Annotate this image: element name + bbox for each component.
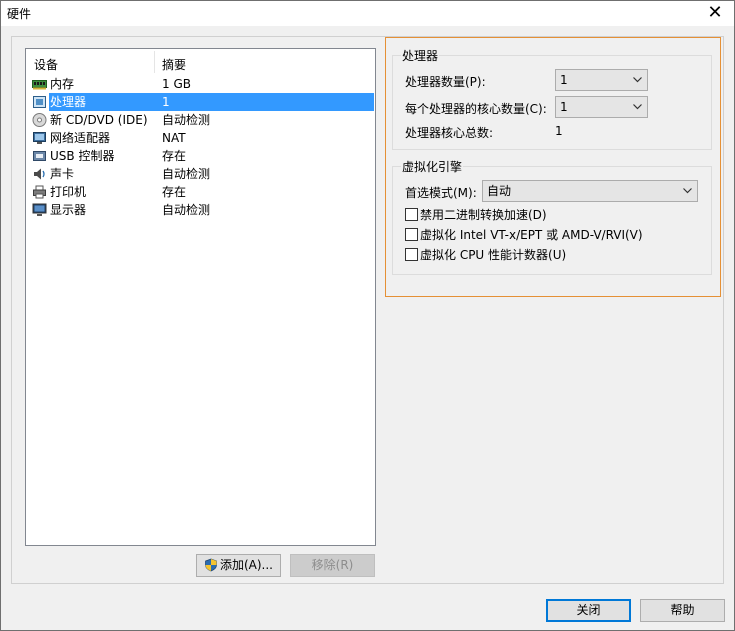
device-row-printer[interactable]: 打印机 存在 [30,183,374,201]
device-row-usb-controller[interactable]: USB 控制器 存在 [30,147,374,165]
device-list[interactable]: 设备 摘要 内存 1 GB 处理器 1 新 CD/DVD (IDE) 自动检测 … [25,48,376,546]
cores-per-processor-value: 1 [560,100,568,114]
cores-per-processor-select[interactable]: 1 [555,96,648,118]
device-row-cd-dvd[interactable]: 新 CD/DVD (IDE) 自动检测 [30,111,374,129]
preferred-mode-select[interactable]: 自动 [482,180,698,202]
device-list-header: 设备 摘要 [26,49,375,75]
device-summary: 1 GB [162,77,191,91]
device-summary: 自动检测 [162,113,211,127]
close-window-button[interactable]: ✕ [704,3,726,23]
processor-count-label: 处理器数量(P): [405,75,486,89]
close-button-label: 关闭 [576,603,601,617]
add-device-label: 添加(A)... [219,558,274,572]
remove-device-button[interactable]: 移除(R) [290,554,375,577]
device-name: 显示器 [50,203,87,217]
virtualize-vtx-label: 虚拟化 Intel VT-x/EPT 或 AMD-V/RVI(V) [420,228,643,242]
total-cores-label: 处理器核心总数: [405,126,494,140]
cd-dvd-icon [32,113,47,127]
disable-binary-translation-checkbox[interactable] [405,208,418,221]
device-name: USB 控制器 [50,149,115,163]
column-header-summary[interactable]: 摘要 [162,56,186,73]
sound-card-icon [34,168,45,180]
device-name: 内存 [50,77,75,91]
device-row-display[interactable]: 显示器 自动检测 [30,201,374,219]
device-name: 新 CD/DVD (IDE) [50,113,148,127]
column-header-device[interactable]: 设备 [34,56,58,73]
device-summary: 存在 [162,185,187,199]
close-button[interactable]: 关闭 [546,599,631,622]
processor-count-select[interactable]: 1 [555,69,648,91]
hardware-dialog: 硬件 ✕ 设备 摘要 内存 1 GB 处理器 1 新 CD/DVD (IDE) … [0,0,735,631]
printer-icon [33,185,46,199]
virtualize-cpu-counters-checkbox[interactable] [405,248,418,261]
disable-binary-translation-label: 禁用二进制转换加速(D) [420,208,547,222]
chevron-down-icon [633,104,642,110]
remove-device-label: 移除(R) [311,558,354,572]
device-summary: 1 [159,93,374,111]
device-name: 打印机 [50,185,87,199]
virtualize-cpu-counters-label: 虚拟化 CPU 性能计数器(U) [420,248,567,262]
virtualize-vtx-checkbox[interactable] [405,228,418,241]
cores-per-processor-label: 每个处理器的核心数量(C): [405,102,547,116]
help-button[interactable]: 帮助 [640,599,725,622]
device-summary: 自动检测 [162,203,211,217]
chevron-down-icon [683,188,692,194]
device-summary: NAT [162,131,186,145]
add-device-button[interactable]: 添加(A)... [196,554,281,577]
device-row-sound-card[interactable]: 声卡 自动检测 [30,165,374,183]
device-row-network-adapter[interactable]: 网络适配器 NAT [30,129,374,147]
device-name: 声卡 [50,167,75,181]
help-button-label: 帮助 [670,603,695,617]
memory-icon [32,80,47,90]
processor-icon [33,96,46,108]
device-row-memory[interactable]: 内存 1 GB [30,75,374,93]
device-name: 网络适配器 [50,131,111,145]
device-summary: 自动检测 [162,167,211,181]
chevron-down-icon [633,77,642,83]
processor-count-value: 1 [560,73,568,87]
processor-group-label: 处理器 [401,47,440,64]
window-title: 硬件 [7,7,32,21]
column-separator[interactable] [154,51,155,73]
device-row-processor[interactable]: 处理器 1 [30,93,374,111]
virtualization-group-label: 虚拟化引擎 [401,158,464,175]
preferred-mode-value: 自动 [487,184,512,198]
device-name: 处理器 [49,93,159,111]
display-icon [32,203,47,216]
title-bar: 硬件 ✕ [1,1,734,26]
total-cores-value: 1 [555,124,563,138]
preferred-mode-label: 首选模式(M): [405,186,477,200]
uac-shield-icon [205,558,217,572]
device-summary: 存在 [162,149,187,163]
network-adapter-icon [33,132,46,144]
usb-icon [33,151,46,161]
